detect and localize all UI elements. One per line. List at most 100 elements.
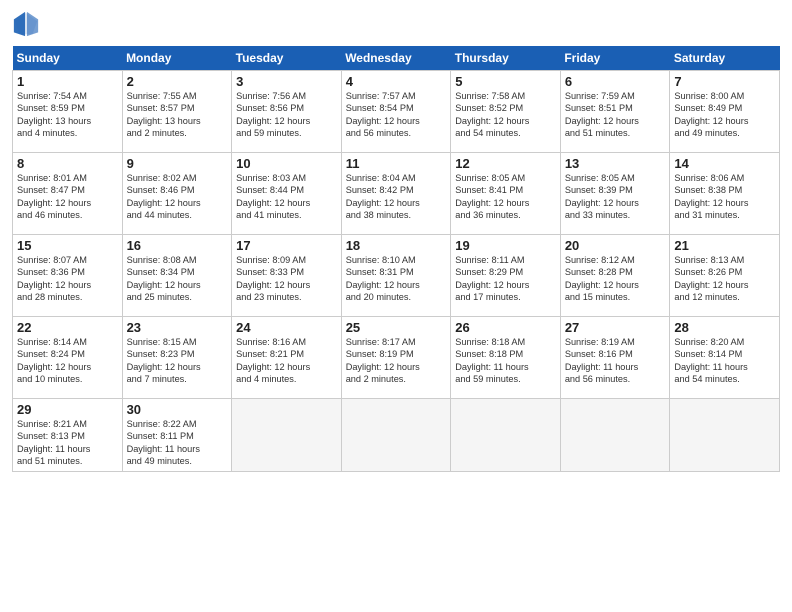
day-cell: 2Sunrise: 7:55 AMSunset: 8:57 PMDaylight… xyxy=(122,71,232,153)
col-header-wednesday: Wednesday xyxy=(341,46,451,71)
day-number: 13 xyxy=(565,156,666,171)
day-info: Sunrise: 8:11 AMSunset: 8:29 PMDaylight:… xyxy=(455,254,556,304)
day-info: Sunrise: 8:19 AMSunset: 8:16 PMDaylight:… xyxy=(565,336,666,386)
day-number: 7 xyxy=(674,74,775,89)
day-info: Sunrise: 8:17 AMSunset: 8:19 PMDaylight:… xyxy=(346,336,447,386)
day-cell: 22Sunrise: 8:14 AMSunset: 8:24 PMDayligh… xyxy=(13,317,123,399)
day-cell: 7Sunrise: 8:00 AMSunset: 8:49 PMDaylight… xyxy=(670,71,780,153)
day-info: Sunrise: 7:59 AMSunset: 8:51 PMDaylight:… xyxy=(565,90,666,140)
day-number: 20 xyxy=(565,238,666,253)
day-number: 29 xyxy=(17,402,118,417)
day-cell xyxy=(670,399,780,472)
col-header-monday: Monday xyxy=(122,46,232,71)
day-number: 5 xyxy=(455,74,556,89)
day-cell: 20Sunrise: 8:12 AMSunset: 8:28 PMDayligh… xyxy=(560,235,670,317)
day-cell xyxy=(560,399,670,472)
day-cell: 11Sunrise: 8:04 AMSunset: 8:42 PMDayligh… xyxy=(341,153,451,235)
week-row-3: 15Sunrise: 8:07 AMSunset: 8:36 PMDayligh… xyxy=(13,235,780,317)
day-number: 15 xyxy=(17,238,118,253)
logo xyxy=(12,10,44,38)
week-row-1: 1Sunrise: 7:54 AMSunset: 8:59 PMDaylight… xyxy=(13,71,780,153)
day-cell: 29Sunrise: 8:21 AMSunset: 8:13 PMDayligh… xyxy=(13,399,123,472)
day-number: 26 xyxy=(455,320,556,335)
day-cell: 24Sunrise: 8:16 AMSunset: 8:21 PMDayligh… xyxy=(232,317,342,399)
col-header-thursday: Thursday xyxy=(451,46,561,71)
day-cell: 10Sunrise: 8:03 AMSunset: 8:44 PMDayligh… xyxy=(232,153,342,235)
day-cell: 12Sunrise: 8:05 AMSunset: 8:41 PMDayligh… xyxy=(451,153,561,235)
col-header-sunday: Sunday xyxy=(13,46,123,71)
day-number: 28 xyxy=(674,320,775,335)
day-cell: 3Sunrise: 7:56 AMSunset: 8:56 PMDaylight… xyxy=(232,71,342,153)
day-cell: 1Sunrise: 7:54 AMSunset: 8:59 PMDaylight… xyxy=(13,71,123,153)
col-header-saturday: Saturday xyxy=(670,46,780,71)
day-info: Sunrise: 8:15 AMSunset: 8:23 PMDaylight:… xyxy=(127,336,228,386)
day-info: Sunrise: 8:20 AMSunset: 8:14 PMDaylight:… xyxy=(674,336,775,386)
day-number: 24 xyxy=(236,320,337,335)
day-info: Sunrise: 8:12 AMSunset: 8:28 PMDaylight:… xyxy=(565,254,666,304)
header-row: SundayMondayTuesdayWednesdayThursdayFrid… xyxy=(13,46,780,71)
day-cell: 21Sunrise: 8:13 AMSunset: 8:26 PMDayligh… xyxy=(670,235,780,317)
day-info: Sunrise: 8:06 AMSunset: 8:38 PMDaylight:… xyxy=(674,172,775,222)
main-container: SundayMondayTuesdayWednesdayThursdayFrid… xyxy=(0,0,792,480)
calendar-table: SundayMondayTuesdayWednesdayThursdayFrid… xyxy=(12,46,780,472)
header xyxy=(12,10,780,38)
week-row-4: 22Sunrise: 8:14 AMSunset: 8:24 PMDayligh… xyxy=(13,317,780,399)
day-cell: 17Sunrise: 8:09 AMSunset: 8:33 PMDayligh… xyxy=(232,235,342,317)
day-number: 6 xyxy=(565,74,666,89)
day-cell: 16Sunrise: 8:08 AMSunset: 8:34 PMDayligh… xyxy=(122,235,232,317)
week-row-2: 8Sunrise: 8:01 AMSunset: 8:47 PMDaylight… xyxy=(13,153,780,235)
day-info: Sunrise: 8:08 AMSunset: 8:34 PMDaylight:… xyxy=(127,254,228,304)
day-info: Sunrise: 8:02 AMSunset: 8:46 PMDaylight:… xyxy=(127,172,228,222)
day-info: Sunrise: 8:16 AMSunset: 8:21 PMDaylight:… xyxy=(236,336,337,386)
day-cell: 14Sunrise: 8:06 AMSunset: 8:38 PMDayligh… xyxy=(670,153,780,235)
day-cell: 9Sunrise: 8:02 AMSunset: 8:46 PMDaylight… xyxy=(122,153,232,235)
day-info: Sunrise: 7:56 AMSunset: 8:56 PMDaylight:… xyxy=(236,90,337,140)
day-cell: 28Sunrise: 8:20 AMSunset: 8:14 PMDayligh… xyxy=(670,317,780,399)
day-number: 22 xyxy=(17,320,118,335)
day-info: Sunrise: 8:04 AMSunset: 8:42 PMDaylight:… xyxy=(346,172,447,222)
day-number: 21 xyxy=(674,238,775,253)
day-number: 10 xyxy=(236,156,337,171)
day-cell: 8Sunrise: 8:01 AMSunset: 8:47 PMDaylight… xyxy=(13,153,123,235)
day-cell: 18Sunrise: 8:10 AMSunset: 8:31 PMDayligh… xyxy=(341,235,451,317)
day-number: 25 xyxy=(346,320,447,335)
col-header-tuesday: Tuesday xyxy=(232,46,342,71)
day-cell: 19Sunrise: 8:11 AMSunset: 8:29 PMDayligh… xyxy=(451,235,561,317)
day-info: Sunrise: 7:57 AMSunset: 8:54 PMDaylight:… xyxy=(346,90,447,140)
day-number: 12 xyxy=(455,156,556,171)
day-number: 9 xyxy=(127,156,228,171)
day-info: Sunrise: 7:55 AMSunset: 8:57 PMDaylight:… xyxy=(127,90,228,140)
day-number: 17 xyxy=(236,238,337,253)
day-number: 1 xyxy=(17,74,118,89)
day-cell: 23Sunrise: 8:15 AMSunset: 8:23 PMDayligh… xyxy=(122,317,232,399)
day-info: Sunrise: 8:22 AMSunset: 8:11 PMDaylight:… xyxy=(127,418,228,468)
day-cell: 25Sunrise: 8:17 AMSunset: 8:19 PMDayligh… xyxy=(341,317,451,399)
day-cell xyxy=(232,399,342,472)
day-info: Sunrise: 8:03 AMSunset: 8:44 PMDaylight:… xyxy=(236,172,337,222)
day-info: Sunrise: 8:21 AMSunset: 8:13 PMDaylight:… xyxy=(17,418,118,468)
day-info: Sunrise: 8:01 AMSunset: 8:47 PMDaylight:… xyxy=(17,172,118,222)
week-row-5: 29Sunrise: 8:21 AMSunset: 8:13 PMDayligh… xyxy=(13,399,780,472)
day-info: Sunrise: 8:05 AMSunset: 8:41 PMDaylight:… xyxy=(455,172,556,222)
day-cell: 4Sunrise: 7:57 AMSunset: 8:54 PMDaylight… xyxy=(341,71,451,153)
day-cell: 5Sunrise: 7:58 AMSunset: 8:52 PMDaylight… xyxy=(451,71,561,153)
day-number: 2 xyxy=(127,74,228,89)
day-number: 23 xyxy=(127,320,228,335)
day-number: 3 xyxy=(236,74,337,89)
day-number: 18 xyxy=(346,238,447,253)
day-number: 11 xyxy=(346,156,447,171)
day-info: Sunrise: 8:14 AMSunset: 8:24 PMDaylight:… xyxy=(17,336,118,386)
day-number: 19 xyxy=(455,238,556,253)
day-info: Sunrise: 8:05 AMSunset: 8:39 PMDaylight:… xyxy=(565,172,666,222)
day-number: 8 xyxy=(17,156,118,171)
day-info: Sunrise: 8:18 AMSunset: 8:18 PMDaylight:… xyxy=(455,336,556,386)
day-number: 27 xyxy=(565,320,666,335)
day-info: Sunrise: 8:00 AMSunset: 8:49 PMDaylight:… xyxy=(674,90,775,140)
day-cell: 27Sunrise: 8:19 AMSunset: 8:16 PMDayligh… xyxy=(560,317,670,399)
day-cell: 13Sunrise: 8:05 AMSunset: 8:39 PMDayligh… xyxy=(560,153,670,235)
logo-icon xyxy=(12,10,40,38)
day-number: 14 xyxy=(674,156,775,171)
day-info: Sunrise: 8:09 AMSunset: 8:33 PMDaylight:… xyxy=(236,254,337,304)
day-info: Sunrise: 7:58 AMSunset: 8:52 PMDaylight:… xyxy=(455,90,556,140)
day-cell: 15Sunrise: 8:07 AMSunset: 8:36 PMDayligh… xyxy=(13,235,123,317)
